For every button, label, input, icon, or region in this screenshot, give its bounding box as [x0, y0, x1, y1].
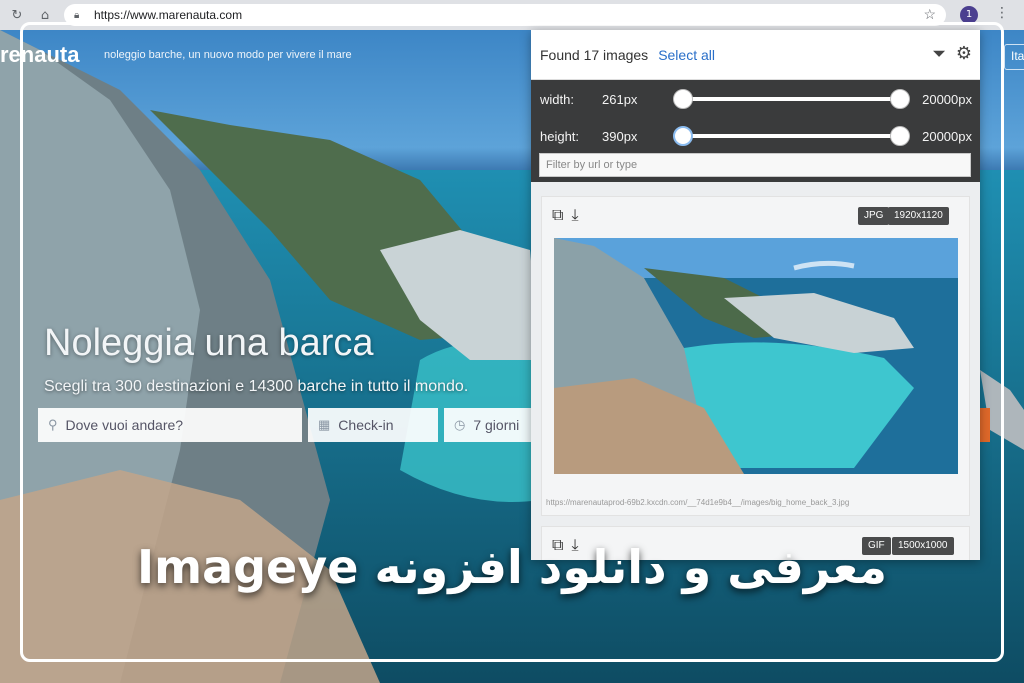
imageye-popup: Found 17 images Select all ⏷ ⚙ width: 26…: [531, 30, 980, 560]
width-label: width:: [540, 91, 574, 107]
image-dimensions-badge: 1920x1120: [888, 207, 949, 225]
height-max-thumb[interactable]: [890, 126, 910, 146]
clock-icon: ◷: [454, 417, 466, 432]
image-thumbnail[interactable]: [554, 238, 958, 474]
destination-field[interactable]: ⚲ Dove vuoi andare?: [38, 408, 302, 442]
lock-icon: 🔒︎: [74, 9, 80, 21]
calendar-icon: ▦: [318, 417, 331, 432]
height-min-value: 390px: [602, 128, 638, 144]
imageye-extension-icon[interactable]: 1: [960, 6, 978, 24]
site-logo[interactable]: renauta: [0, 42, 79, 68]
width-max-value: 20000px: [922, 91, 972, 107]
bookmark-star-icon[interactable]: ☆: [923, 6, 936, 23]
hero-title: Noleggia una barca: [44, 322, 374, 364]
checkin-field[interactable]: ▦ Check-in: [308, 408, 438, 442]
site-tagline: noleggio barche, un nuovo modo per viver…: [104, 49, 352, 61]
width-slider-row: width: 261px 20000px: [540, 88, 972, 110]
hero-subtitle: Scegli tra 300 destinazioni e 14300 barc…: [44, 378, 469, 395]
reload-icon[interactable]: ↻: [6, 4, 28, 26]
promo-banner-title: معرفی و دانلود افزونه Imageye: [137, 540, 887, 594]
filter-icon[interactable]: ⏷: [932, 44, 946, 64]
image-card[interactable]: ⧉ ⤓ JPG 1920x1120 https://marenautaprod-…: [541, 196, 970, 516]
width-min-value: 261px: [602, 91, 638, 107]
destination-placeholder: Dove vuoi andare?: [65, 417, 184, 433]
language-button[interactable]: Ita: [1004, 44, 1024, 70]
screenshot: renauta noleggio barche, un nuovo modo p…: [0, 0, 1024, 683]
image-type-badge: JPG: [858, 207, 890, 225]
home-icon[interactable]: ⌂: [34, 4, 56, 26]
duration-value: 7 giorni: [473, 417, 520, 433]
url-type-filter-input[interactable]: Filter by url or type: [539, 153, 971, 177]
duration-field[interactable]: ◷ 7 giorni: [444, 408, 544, 442]
search-button[interactable]: [980, 408, 990, 442]
height-label: height:: [540, 128, 580, 144]
image-url[interactable]: https://marenautaprod-69b2.kxcdn.com/__7…: [546, 498, 966, 507]
url-text: https://www.marenauta.com: [94, 8, 243, 22]
height-slider-track[interactable]: [682, 134, 900, 138]
open-in-new-tab-icon[interactable]: ⧉: [552, 205, 563, 225]
gear-icon[interactable]: ⚙: [956, 43, 972, 64]
height-max-value: 20000px: [922, 128, 972, 144]
browser-menu-icon[interactable]: ⋮: [995, 5, 1009, 21]
width-slider-track[interactable]: [682, 97, 900, 101]
width-min-thumb[interactable]: [673, 89, 693, 109]
address-bar[interactable]: 🔒︎ https://www.marenauta.com ☆: [64, 4, 946, 26]
height-slider-row: height: 390px 20000px: [540, 125, 972, 147]
location-pin-icon: ⚲: [48, 417, 58, 432]
width-max-thumb[interactable]: [890, 89, 910, 109]
download-icon[interactable]: ⤓: [571, 205, 578, 225]
checkin-placeholder: Check-in: [338, 417, 394, 433]
card-actions: ⧉ ⤓: [552, 205, 579, 225]
height-min-thumb[interactable]: [673, 126, 693, 146]
popup-header: Found 17 images Select all ⏷ ⚙: [531, 30, 980, 80]
filter-panel: width: 261px 20000px height: 390px 20000…: [531, 80, 980, 182]
select-all-link[interactable]: Select all: [658, 47, 715, 63]
found-count: Found 17 images: [540, 46, 649, 63]
